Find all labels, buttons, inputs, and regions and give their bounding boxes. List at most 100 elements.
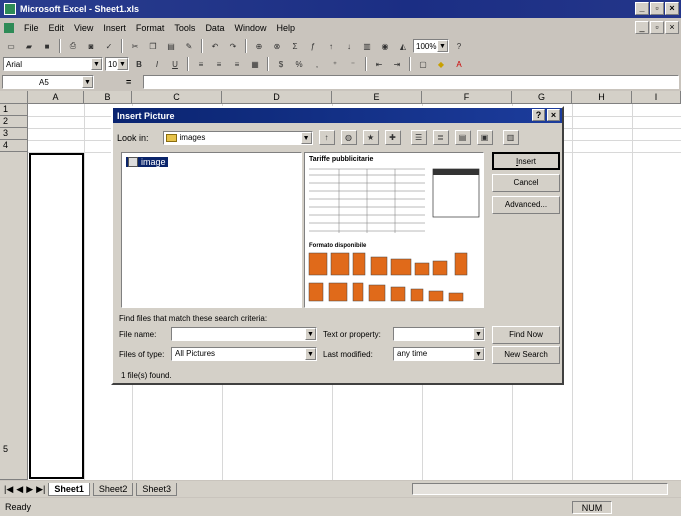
minimize-button[interactable]: _ [635,2,649,15]
cancel-button[interactable]: Cancel [492,174,560,192]
font-select[interactable]: Arial ▼ [3,57,103,71]
help-button[interactable]: ? [532,109,545,121]
column-header-d[interactable]: D [222,91,332,104]
prev-sheet-icon[interactable]: ◀ [16,484,23,495]
column-header-g[interactable]: G [512,91,572,104]
menu-format[interactable]: Format [136,23,165,33]
insert-button[interactable]: Insert [492,152,560,170]
tab-sheet2[interactable]: Sheet2 [92,482,134,496]
menu-edit[interactable]: Edit [49,23,65,33]
sort-descending-icon[interactable]: ↓ [341,39,357,54]
last-modified-select[interactable]: any time ▼ [393,347,485,361]
menu-view[interactable]: View [74,23,93,33]
preview-view-icon[interactable]: ▣ [476,130,493,145]
font-size-select[interactable]: 10 ▼ [105,57,129,71]
bold-icon[interactable]: B [131,57,147,72]
up-one-level-icon[interactable]: ↑ [318,130,335,145]
details-view-icon[interactable]: ≣ [432,130,449,145]
autosum-icon[interactable]: Σ [287,39,303,54]
undo-icon[interactable]: ↶ [207,39,223,54]
font-color-icon[interactable]: A [451,57,467,72]
open-icon[interactable]: ▰ [21,39,37,54]
dialog-close-button[interactable]: × [547,109,560,121]
first-sheet-icon[interactable]: |◀ [4,484,13,495]
menu-insert[interactable]: Insert [103,23,126,33]
advanced-button[interactable]: Advanced... [492,196,560,214]
row-header-2[interactable]: 2 [0,116,28,128]
doc-restore-button[interactable]: ▫ [650,21,664,34]
chevron-down-icon[interactable]: ▼ [305,328,316,340]
search-web-icon[interactable]: ◍ [340,130,357,145]
percent-icon[interactable]: % [291,57,307,72]
menu-help[interactable]: Help [276,23,295,33]
paste-icon[interactable]: ▤ [163,39,179,54]
chevron-down-icon[interactable]: ▼ [117,58,128,70]
print-preview-icon[interactable]: ◙ [83,39,99,54]
last-sheet-icon[interactable]: ▶| [36,484,45,495]
align-left-icon[interactable]: ≡ [193,57,209,72]
chevron-down-icon[interactable]: ▼ [437,40,448,52]
file-item[interactable]: image [126,157,168,167]
decrease-decimal-icon[interactable]: ⁻ [345,57,361,72]
text-property-input[interactable]: ▼ [393,327,485,341]
map-icon[interactable]: ◉ [377,39,393,54]
tab-sheet3[interactable]: Sheet3 [136,482,177,496]
find-now-button[interactable]: Find Now [492,326,560,344]
doc-minimize-button[interactable]: _ [635,21,649,34]
hyperlink-icon[interactable]: ⊕ [251,39,267,54]
function-icon[interactable]: ƒ [305,39,321,54]
new-icon[interactable]: ▭ [3,39,19,54]
name-box[interactable]: A5 ▼ [2,75,94,89]
chevron-down-icon[interactable]: ▼ [305,348,316,360]
chart-wizard-icon[interactable]: ▥ [359,39,375,54]
fill-color-icon[interactable]: ◆ [433,57,449,72]
italic-icon[interactable]: I [149,57,165,72]
row-header-4[interactable]: 4 [0,140,28,152]
comma-style-icon[interactable]: , [309,57,325,72]
new-search-button[interactable]: New Search [492,346,560,364]
column-header-f[interactable]: F [422,91,512,104]
drawing-icon[interactable]: ◭ [395,39,411,54]
restore-button[interactable]: ▫ [650,2,664,15]
chevron-down-icon[interactable]: ▼ [473,348,484,360]
underline-icon[interactable]: U [167,57,183,72]
column-header-a[interactable]: A [28,91,84,104]
redo-icon[interactable]: ↷ [225,39,241,54]
menu-tools[interactable]: Tools [174,23,195,33]
chevron-down-icon[interactable]: ▼ [91,58,102,70]
borders-icon[interactable]: ▢ [415,57,431,72]
column-header-b[interactable]: B [84,91,132,104]
next-sheet-icon[interactable]: ▶ [26,484,33,495]
row-header-3[interactable]: 3 [0,128,28,140]
menu-window[interactable]: Window [234,23,266,33]
merge-center-icon[interactable]: ▦ [247,57,263,72]
tab-sheet1[interactable]: Sheet1 [48,482,90,496]
row-header-5[interactable]: 5 [0,152,28,480]
list-view-icon[interactable]: ☰ [410,130,427,145]
row-header-1[interactable]: 1 [0,104,28,116]
commands-icon[interactable]: ▥ [502,130,519,145]
workbook-icon[interactable] [4,23,14,33]
web-toolbar-icon[interactable]: ⊗ [269,39,285,54]
align-center-icon[interactable]: ≡ [211,57,227,72]
decrease-indent-icon[interactable]: ⇤ [371,57,387,72]
chevron-down-icon[interactable]: ▼ [300,131,312,144]
menu-file[interactable]: File [24,23,39,33]
save-icon[interactable]: ■ [39,39,55,54]
copy-icon[interactable]: ❐ [145,39,161,54]
close-button[interactable]: × [665,2,679,15]
align-right-icon[interactable]: ≡ [229,57,245,72]
zoom-select[interactable]: 100% ▼ [413,39,449,53]
format-painter-icon[interactable]: ✎ [181,39,197,54]
cut-icon[interactable]: ✂ [127,39,143,54]
formula-equals[interactable]: = [126,77,131,87]
column-header-i[interactable]: I [632,91,681,104]
select-all-corner[interactable] [0,91,28,104]
office-assistant-icon[interactable]: ? [451,39,467,54]
increase-indent-icon[interactable]: ⇥ [389,57,405,72]
favorites-icon[interactable]: ★ [362,130,379,145]
add-favorites-icon[interactable]: ✚ [384,130,401,145]
column-header-e[interactable]: E [332,91,422,104]
look-in-select[interactable]: images ▼ [162,130,313,145]
active-cell-a5[interactable] [29,153,84,479]
